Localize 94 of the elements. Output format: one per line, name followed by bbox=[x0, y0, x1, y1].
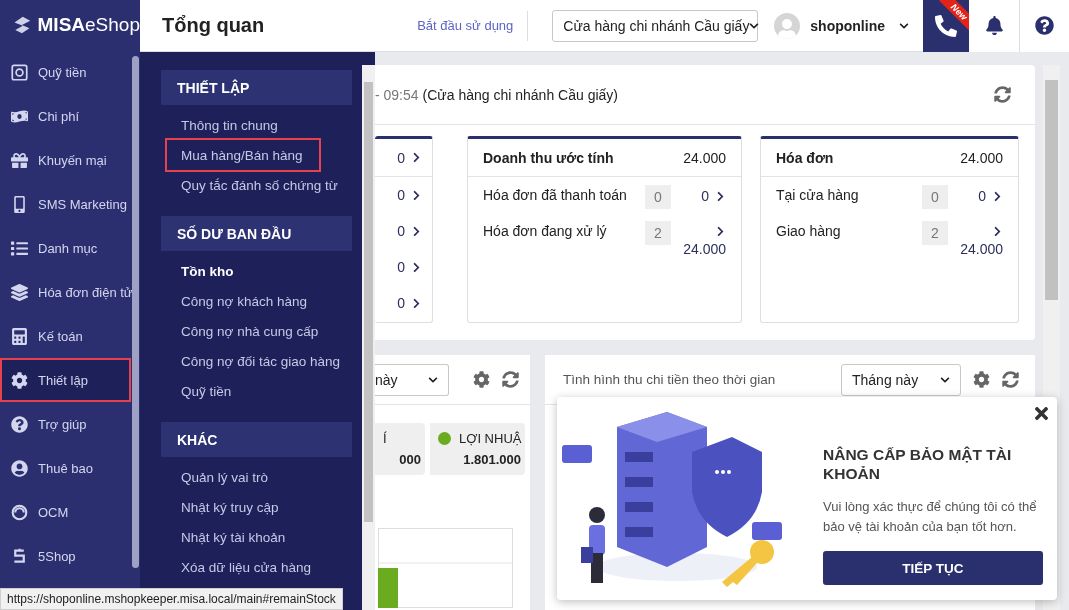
url-tooltip: https://shoponline.mshopkeeper.misa.local/main#remainStock bbox=[0, 588, 343, 610]
chevron-icon[interactable] bbox=[992, 224, 1003, 239]
chevron-down-icon bbox=[749, 20, 760, 31]
caret-icon[interactable] bbox=[899, 20, 909, 31]
time-text: - 09:54 bbox=[375, 86, 419, 103]
period-select[interactable]: này bbox=[375, 363, 449, 396]
sidebar-item[interactable]: SMS Marketing bbox=[0, 182, 131, 226]
logo-text: MISAeShop bbox=[37, 14, 140, 36]
menu-section-header: THIẾT LẬP bbox=[161, 70, 352, 105]
scrollbar-thumb[interactable] bbox=[132, 56, 139, 568]
count-badge: 0 bbox=[645, 185, 671, 209]
chip-label: Í bbox=[383, 431, 387, 446]
panel-title: Tình hình thu chi tiền theo thời gian bbox=[562, 372, 777, 387]
menu-item[interactable]: Nhật ký tài khoản bbox=[161, 522, 352, 552]
chip-value: 000 bbox=[398, 452, 421, 467]
popup-message: Vui lòng xác thực để chúng tôi có thể bảo vệ tài khoản của bạn tốt hơn. bbox=[823, 498, 1038, 536]
total-text: 24.000 bbox=[960, 149, 1003, 166]
menu-item[interactable]: Quỹ tiền bbox=[161, 376, 352, 406]
menu-section-header: SỐ DƯ BAN ĐẦU bbox=[161, 216, 352, 251]
store-select[interactable]: Cửa hàng chi nhánh Cầu giấy bbox=[552, 9, 759, 42]
row-label: Giao hàng bbox=[776, 222, 842, 239]
sidebar-item[interactable]: Quỹ tiền bbox=[0, 50, 131, 94]
chip-value: 1.801.000 bbox=[462, 452, 521, 467]
period-select[interactable]: Tháng này bbox=[841, 363, 961, 396]
s-shape-icon bbox=[11, 547, 28, 565]
sidebar-item[interactable]: Kế toán bbox=[0, 314, 131, 358]
sidebar-item[interactable]: OCM bbox=[0, 490, 131, 534]
layers-icon bbox=[11, 283, 28, 301]
amount-text: 24.000 bbox=[960, 241, 1003, 257]
refresh-icon[interactable] bbox=[994, 86, 1011, 103]
menu-item[interactable]: Thông tin chung bbox=[161, 110, 352, 140]
amount-text: 0 bbox=[397, 223, 405, 239]
sidebar-item[interactable]: Trợ giúp bbox=[0, 402, 131, 446]
menu-item[interactable]: Công nợ khách hàng bbox=[161, 286, 352, 316]
amount-text: 0 bbox=[397, 295, 405, 311]
smartphone-icon bbox=[11, 195, 28, 213]
row-label: Hóa đơn đang xử lý bbox=[483, 222, 608, 239]
menu-item[interactable]: Công nợ nhà cung cấp bbox=[161, 316, 352, 346]
safe-icon bbox=[11, 63, 28, 81]
settings-icon bbox=[11, 371, 28, 389]
close-icon[interactable] bbox=[1032, 404, 1051, 423]
page-title: Tổng quan bbox=[162, 14, 266, 37]
count-badge: 2 bbox=[922, 221, 948, 245]
menu-item[interactable]: Công nợ đối tác giao hàng bbox=[161, 346, 352, 376]
count-badge: 0 bbox=[922, 185, 948, 209]
gift-icon bbox=[11, 151, 28, 169]
settings-icon[interactable] bbox=[973, 371, 990, 388]
menu-item[interactable]: Xóa dữ liệu cửa hàng bbox=[161, 552, 352, 582]
sidebar-item[interactable]: Thuê bao bbox=[0, 446, 131, 490]
menu-item[interactable]: Tồn kho bbox=[161, 256, 352, 286]
amount-text: 0 bbox=[701, 188, 709, 204]
sidebar-item[interactable]: Danh mục bbox=[0, 226, 131, 270]
sidebar-item[interactable]: 5Shop bbox=[0, 534, 131, 578]
chevron-down-icon bbox=[940, 374, 950, 385]
settings-icon[interactable] bbox=[473, 371, 490, 388]
menu-item[interactable]: Mua hàng/Bán hàng bbox=[167, 140, 319, 170]
user-name[interactable]: shoponline bbox=[810, 17, 885, 34]
menu-section-header: KHÁC bbox=[161, 422, 352, 457]
refresh-icon[interactable] bbox=[1002, 371, 1019, 388]
row-label: Hóa đơn đã thanh toán bbox=[483, 186, 628, 203]
bell-icon bbox=[984, 16, 1004, 35]
row-label: Tại cửa hàng bbox=[776, 186, 860, 203]
popup-title: NÂNG CẤP BẢO MẬT TÀI KHOẢN bbox=[823, 445, 1013, 483]
scrollbar[interactable] bbox=[362, 65, 375, 610]
continue-button[interactable]: TIẾP TỤC bbox=[823, 551, 1043, 585]
help-icon bbox=[11, 415, 28, 433]
sidebar-item[interactable]: Hóa đơn điện tử bbox=[0, 270, 131, 314]
chip-label: LỢI NHUẬ bbox=[459, 431, 522, 446]
amount-text: 0 bbox=[397, 149, 405, 166]
sidebar-item[interactable]: Thiết lập bbox=[0, 358, 131, 402]
help-button[interactable] bbox=[1019, 0, 1069, 52]
sidebar-item[interactable]: Khuyến mại bbox=[0, 138, 131, 182]
amount-text: 0 bbox=[397, 187, 405, 203]
amount-text: 24.000 bbox=[683, 241, 726, 257]
chevron-icon[interactable] bbox=[411, 150, 422, 165]
amount-text: 0 bbox=[978, 188, 986, 204]
list-icon bbox=[11, 239, 28, 257]
start-link[interactable]: Bắt đầu sử dụng bbox=[417, 10, 529, 41]
refresh-icon[interactable] bbox=[502, 371, 519, 388]
chevron-down-icon bbox=[428, 374, 438, 385]
menu-item[interactable]: Quản lý vai trò bbox=[161, 462, 352, 492]
sidebar-item[interactable]: Chi phí bbox=[0, 94, 131, 138]
swirl-icon bbox=[11, 503, 28, 521]
menu-item[interactable]: Quy tắc đánh số chứng từ bbox=[161, 170, 352, 200]
amount-text: 0 bbox=[397, 259, 405, 275]
calculator-icon bbox=[11, 327, 28, 345]
menu-item[interactable]: Nhật ký truy cập bbox=[161, 492, 352, 522]
card-title: Hóa đơn bbox=[776, 149, 834, 166]
total-text: 24.000 bbox=[683, 149, 726, 166]
chevron-icon[interactable] bbox=[715, 224, 726, 239]
help-icon bbox=[1035, 16, 1054, 35]
store-text: (Cửa hàng chi nhánh Cầu giấy) bbox=[422, 86, 619, 103]
count-badge: 2 bbox=[645, 221, 671, 245]
card-title: Doanh thu ước tính bbox=[483, 149, 614, 166]
